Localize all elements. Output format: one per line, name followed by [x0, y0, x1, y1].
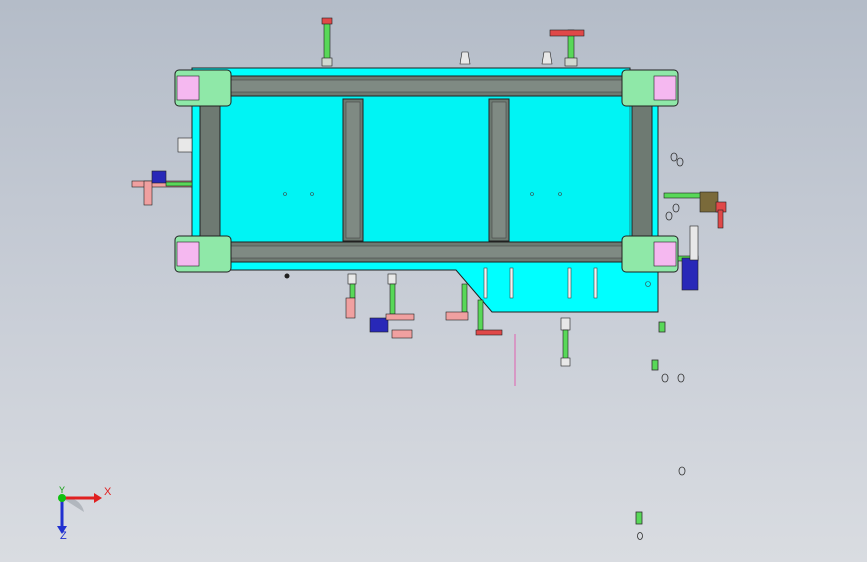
right-clamp-lower[interactable] [677, 225, 699, 291]
corner-block-top-right[interactable] [621, 69, 679, 107]
corner-block-bottom-left[interactable] [174, 235, 232, 273]
z-axis-label: Z [60, 530, 67, 542]
y-axis-label: Y [59, 485, 66, 495]
x-axis-label: X [104, 486, 112, 498]
bottom-clamp-2[interactable] [369, 273, 415, 339]
top-clamp-right[interactable] [549, 29, 585, 67]
coordinate-triad [57, 493, 102, 534]
fixture-assembly-model[interactable] [0, 0, 867, 562]
top-locator-center[interactable] [459, 51, 471, 65]
top-locator-right[interactable] [541, 51, 553, 65]
base-plate[interactable] [191, 67, 659, 313]
bottom-clamp-1[interactable] [345, 273, 357, 319]
corner-block-bottom-right[interactable] [621, 235, 679, 273]
corner-block-top-left[interactable] [174, 69, 232, 107]
cad-graphics-viewport[interactable]: X Y Z [0, 0, 867, 562]
pin-marker [284, 273, 290, 279]
top-clamp-left[interactable] [321, 17, 333, 67]
left-clamp-upper[interactable] [177, 137, 193, 153]
left-clamp-lower[interactable] [131, 170, 193, 206]
bottom-clamp-4[interactable] [560, 317, 571, 367]
